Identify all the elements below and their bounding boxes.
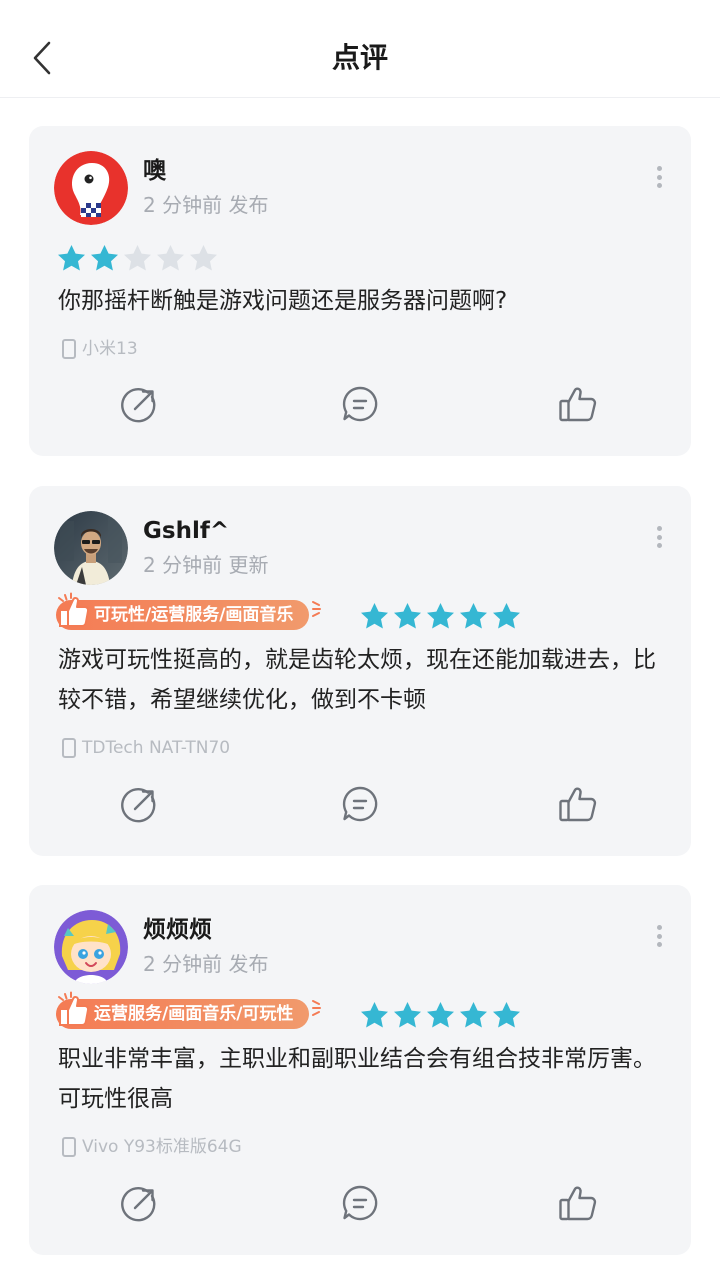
star-empty-icon [124,245,151,271]
user-avatar[interactable] [54,151,128,225]
star-filled-icon [58,245,85,271]
post-time: 2 分钟前 [143,952,223,976]
action-bar [29,1181,691,1225]
rating-stars [359,1000,522,1031]
share-icon [121,788,156,823]
phone-icon [62,738,76,758]
post-meta: 2 分钟前 更新 [143,551,268,579]
share-button[interactable] [118,782,162,826]
star-filled-icon [91,245,118,271]
review-card: 噢 2 分钟前 发布 你那摇杆断触是游戏问题还是服务器问题啊? 小米13 [29,126,691,456]
star-filled-icon [427,603,454,629]
review-card: 烦烦烦 2 分钟前 发布 运营服务/画面音乐/可玩性 职业非常丰富，主职业和副职… [29,885,691,1255]
more-options-button[interactable] [647,923,671,949]
share-icon [121,1187,156,1222]
more-options-button[interactable] [647,524,671,550]
post-time: 2 分钟前 [143,193,223,217]
thumbs-up-badge-icon [58,991,90,1026]
review-content: 职业非常丰富，主职业和副职业结合会有组合技非常厉害。可玩性很高 [58,1046,656,1112]
user-avatar[interactable] [54,910,128,984]
like-button[interactable] [556,1181,600,1225]
comment-icon [342,1185,378,1221]
like-button[interactable] [556,782,600,826]
star-empty-icon [190,245,217,271]
review-content: 你那摇杆断触是游戏问题还是服务器问题啊? [58,288,508,314]
phone-icon [62,339,76,359]
top-bar: 点评 [0,0,720,98]
thumbs-up-badge-icon [58,592,90,627]
device-name: Vivo Y93标准版64G [82,1137,242,1157]
post-action: 更新 [228,553,269,577]
post-action: 发布 [228,193,269,217]
thumbs-up-icon [559,787,597,822]
star-filled-icon [394,603,421,629]
anime-girl-avatar-icon [54,910,128,984]
man-photo-avatar-icon [54,511,128,585]
tag-label: 运营服务/画面音乐/可玩性 [56,999,310,1029]
thumbs-up-icon [559,1186,597,1221]
review-card: Gshlf^ 2 分钟前 更新 可玩性/运营服务/画面音乐 游戏可玩性挺高的，就… [29,486,691,856]
tag-label: 可玩性/运营服务/画面音乐 [56,600,310,630]
rating-stars [56,243,219,274]
sparkle-icon [312,601,322,617]
comment-button[interactable] [338,782,382,826]
star-filled-icon [493,603,520,629]
comment-button[interactable] [338,1181,382,1225]
more-options-button[interactable] [647,164,671,190]
comment-icon [342,386,378,422]
username[interactable]: Gshlf^ [143,516,229,546]
device-info: Vivo Y93标准版64G [62,1136,242,1158]
star-filled-icon [394,1002,421,1028]
comment-icon [342,786,378,822]
share-icon [121,388,156,423]
sparkle-icon [312,1000,322,1016]
user-avatar[interactable] [54,511,128,585]
device-info: TDTech NAT-TN70 [62,737,230,759]
share-button[interactable] [118,382,162,426]
rating-stars [359,601,522,632]
star-empty-icon [157,245,184,271]
review-tag: 运营服务/画面音乐/可玩性 [56,991,322,1031]
page-title: 点评 [331,41,388,74]
post-meta: 2 分钟前 发布 [143,191,268,219]
star-filled-icon [427,1002,454,1028]
device-name: TDTech NAT-TN70 [82,738,231,758]
like-button[interactable] [556,382,600,426]
review-tag: 可玩性/运营服务/画面音乐 [56,592,322,632]
post-meta: 2 分钟前 发布 [143,950,268,978]
username[interactable]: 噢 [143,156,166,186]
phone-icon [62,1137,76,1157]
device-info: 小米13 [62,338,138,360]
post-time: 2 分钟前 [143,553,223,577]
star-filled-icon [460,1002,487,1028]
share-button[interactable] [118,1181,162,1225]
username[interactable]: 烦烦烦 [143,915,212,945]
review-content: 游戏可玩性挺高的，就是齿轮太烦，现在还能加载进去，比较不错，希望继续优化，做到不… [58,647,656,713]
post-action: 发布 [228,952,269,976]
device-name: 小米13 [82,339,138,359]
white-bird-avatar-icon [54,151,128,225]
star-filled-icon [361,603,388,629]
comment-button[interactable] [338,382,382,426]
thumbs-up-icon [559,387,597,422]
action-bar [29,782,691,826]
action-bar [29,382,691,426]
star-filled-icon [361,1002,388,1028]
star-filled-icon [460,603,487,629]
star-filled-icon [493,1002,520,1028]
